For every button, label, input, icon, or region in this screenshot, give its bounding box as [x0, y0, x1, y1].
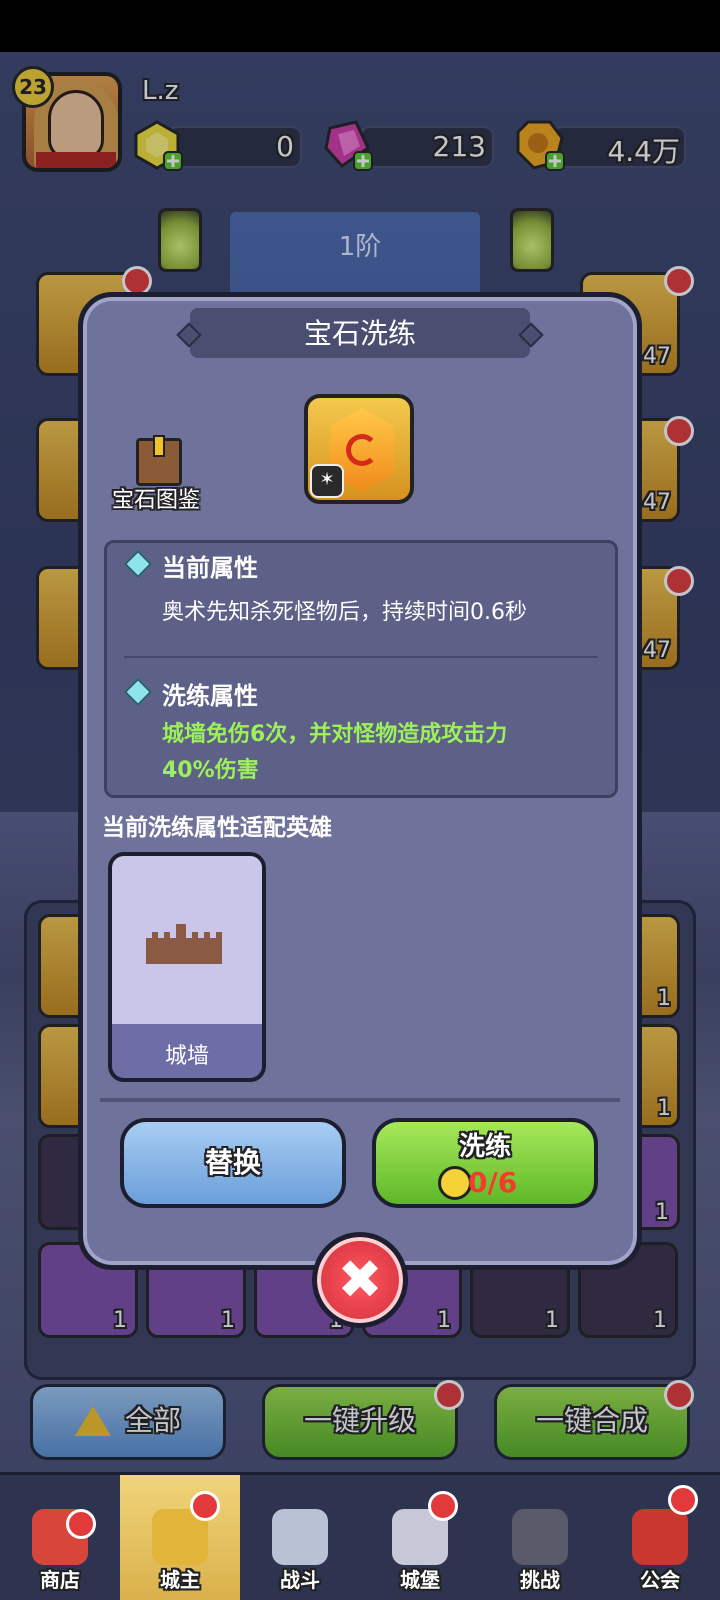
whip-icon: ✶: [310, 464, 344, 498]
nav-lord[interactable]: 城主: [120, 1475, 240, 1600]
attr-separator: [124, 656, 598, 658]
refine-cost: 0/6: [468, 1166, 518, 1199]
demon-icon: [512, 1509, 568, 1565]
refine-button[interactable]: 洗练 0/6: [372, 1118, 598, 1208]
swirl-icon: [346, 434, 378, 466]
current-attr-text: 奥术先知杀死怪物后，持续时间0.6秒: [162, 600, 527, 625]
codex-label[interactable]: 宝石图鉴: [112, 482, 200, 514]
refine-attr-line2: 40%伤害: [162, 758, 259, 783]
guild-banner-icon: [632, 1509, 688, 1565]
fit-heroes-label: 当前洗练属性适配英雄: [102, 815, 332, 841]
hero-card-wall[interactable]: 城墙: [108, 852, 266, 1082]
codex-book-icon[interactable]: [136, 435, 182, 486]
refine-button-label: 洗练: [458, 1132, 511, 1162]
yellow-gem-icon: [438, 1166, 472, 1200]
dialog-title: 宝石洗练: [303, 317, 416, 350]
refine-attr-line1: 城墙免伤6次，并对怪物造成攻击力: [162, 722, 508, 747]
hero-name: 城墙: [164, 1044, 209, 1069]
castle-wall-icon: [146, 924, 222, 964]
refine-attr-heading: 洗练属性: [162, 682, 258, 710]
notification-dot: [428, 1491, 458, 1521]
nav-battle[interactable]: 战斗: [240, 1475, 360, 1600]
notification-dot: [66, 1509, 96, 1539]
current-attr-heading: 当前属性: [162, 554, 258, 582]
close-icon: ✖: [337, 1248, 383, 1311]
nav-guild[interactable]: 公会: [600, 1475, 720, 1600]
nav-shop[interactable]: 商店: [0, 1475, 120, 1600]
crossed-swords-icon: [272, 1509, 328, 1565]
nav-challenge[interactable]: 挑战: [480, 1475, 600, 1600]
close-button[interactable]: ✖: [312, 1232, 408, 1328]
nav-castle[interactable]: 城堡: [360, 1475, 480, 1600]
bottom-nav: 商店 城主 战斗 城堡 挑战 公会: [0, 1472, 720, 1600]
selected-gem-slot[interactable]: ✶: [304, 394, 414, 504]
system-status-bar: [0, 0, 720, 52]
dialog-divider: [100, 1098, 620, 1102]
notification-dot: [668, 1485, 698, 1515]
notification-dot: [190, 1491, 220, 1521]
replace-button[interactable]: 替换: [120, 1118, 346, 1208]
